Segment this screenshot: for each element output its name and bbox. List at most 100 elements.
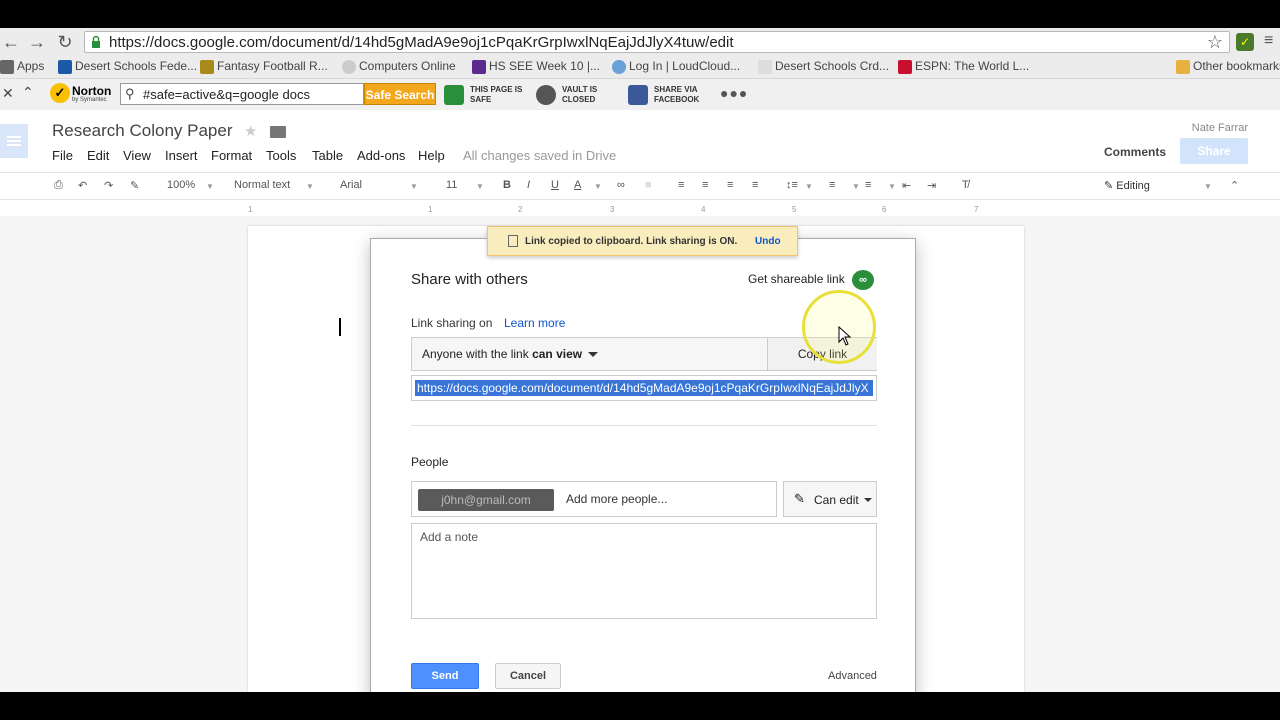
link-sharing-label: Link sharing on <box>411 316 493 330</box>
bookmark-item[interactable]: Fantasy Football R... <box>200 59 328 74</box>
permission-dropdown[interactable]: ✎ Can edit <box>783 481 877 517</box>
extension-icon[interactable]: ✓ <box>1236 33 1254 51</box>
clear-formatting-icon[interactable]: T̸ <box>962 179 969 191</box>
share-facebook-button[interactable]: SHARE VIA FACEBOOK <box>628 83 712 107</box>
bookmark-item[interactable]: Desert Schools Fede... <box>58 59 197 74</box>
chevron-up-icon[interactable]: ⌃ <box>22 84 34 101</box>
shield-check-icon <box>444 85 464 105</box>
link-access-dropdown[interactable]: Anyone with the link can view <box>422 347 599 361</box>
undo-icon[interactable]: ↶ <box>78 179 87 192</box>
vault-indicator[interactable]: VAULT IS CLOSED <box>536 83 620 107</box>
bookmark-item[interactable]: Log In | LoudCloud... <box>612 59 740 74</box>
espn-icon <box>898 59 912 74</box>
reload-icon[interactable]: ↻ <box>54 32 76 52</box>
bookmark-apps[interactable]: Apps <box>0 59 44 74</box>
browser-menu-icon[interactable]: ≡ <box>1264 32 1273 50</box>
paint-format-icon[interactable]: ✎ <box>130 179 139 192</box>
menu-table[interactable]: Table <box>312 148 343 163</box>
people-label: People <box>411 455 449 469</box>
back-icon[interactable]: ← <box>0 32 22 52</box>
facebook-icon <box>628 85 648 105</box>
send-button[interactable]: Send <box>411 663 479 689</box>
decrease-indent-icon[interactable]: ⇤ <box>902 179 911 192</box>
star-icon[interactable]: ★ <box>244 122 257 140</box>
bookmarks-bar: Apps Desert Schools Fede... Fantasy Foot… <box>0 56 1280 78</box>
style-select[interactable]: Normal text <box>234 179 290 191</box>
norton-search-box: ⚲ <box>120 83 364 105</box>
share-url-field[interactable]: https://docs.google.com/document/d/14hd5… <box>411 375 877 401</box>
numbered-list-icon[interactable]: ≡ <box>829 179 835 191</box>
editing-mode-select[interactable]: ✎ Editing <box>1104 179 1150 192</box>
toast-message: Link copied to clipboard. Link sharing i… <box>525 236 738 247</box>
people-input[interactable]: j0hn@gmail.com Add more people... <box>411 481 777 517</box>
redo-icon[interactable]: ↷ <box>104 179 113 192</box>
align-right-icon[interactable]: ≡ <box>727 179 733 191</box>
close-icon[interactable]: ✕ <box>2 85 14 102</box>
note-input[interactable] <box>412 524 876 618</box>
get-shareable-link[interactable]: Get shareable link <box>748 272 845 286</box>
page-icon <box>58 59 72 74</box>
safe-search-button[interactable]: Safe Search <box>364 83 436 105</box>
comment-icon[interactable]: ■ <box>645 179 652 191</box>
menu-help[interactable]: Help <box>418 148 445 163</box>
print-icon[interactable]: ⎙ <box>54 179 63 192</box>
divider <box>411 425 877 426</box>
norton-search-input[interactable] <box>143 86 359 102</box>
underline-icon[interactable]: U <box>551 179 559 191</box>
recipient-chip[interactable]: j0hn@gmail.com <box>418 489 554 511</box>
text-color-icon[interactable]: A <box>574 179 581 191</box>
menu-format[interactable]: Format <box>211 148 252 163</box>
increase-indent-icon[interactable]: ⇥ <box>927 179 936 192</box>
align-center-icon[interactable]: ≡ <box>702 179 708 191</box>
more-icon[interactable]: ●●● <box>720 85 748 101</box>
align-left-icon[interactable]: ≡ <box>678 179 684 191</box>
link-icon[interactable]: ∞ <box>852 270 874 290</box>
bookmark-item[interactable]: HS SEE Week 10 |... <box>472 59 600 74</box>
bookmark-other[interactable]: Other bookmarks <box>1176 59 1280 74</box>
italic-icon[interactable]: I <box>527 179 530 191</box>
url-text: https://docs.google.com/document/d/14hd5… <box>109 34 734 51</box>
bold-icon[interactable]: B <box>503 179 511 191</box>
folder-icon[interactable] <box>270 126 286 138</box>
line-spacing-icon[interactable]: ↕≡ <box>786 179 798 191</box>
learn-more-link[interactable]: Learn more <box>504 316 565 330</box>
document-title[interactable]: Research Colony Paper <box>52 121 232 141</box>
bookmark-star-icon[interactable]: ☆ <box>1207 32 1223 53</box>
font-select[interactable]: Arial <box>340 179 362 191</box>
docs-home-icon[interactable] <box>0 124 28 158</box>
justify-icon[interactable]: ≡ <box>752 179 758 191</box>
undo-link[interactable]: Undo <box>755 236 781 247</box>
share-button[interactable]: Share <box>1180 138 1248 164</box>
save-status: All changes saved in Drive <box>463 148 617 163</box>
link-icon[interactable]: ∞ <box>617 179 625 191</box>
check-icon: ✓ <box>50 83 70 103</box>
menu-file[interactable]: File <box>52 148 73 163</box>
bookmark-item[interactable]: ESPN: The World L... <box>898 59 1029 74</box>
search-icon: ⚲ <box>125 86 135 101</box>
page-safe-indicator[interactable]: THIS PAGE IS SAFE <box>444 83 528 107</box>
menu-tools[interactable]: Tools <box>266 148 296 163</box>
lock-icon <box>92 36 100 48</box>
norton-toolbar: ✕ ⌃ ✓ Norton by Symantec ⚲ Safe Search T… <box>0 78 1280 110</box>
menu-edit[interactable]: Edit <box>87 148 109 163</box>
font-size-select[interactable]: 11 <box>446 179 457 191</box>
menu-insert[interactable]: Insert <box>165 148 198 163</box>
address-bar[interactable]: https://docs.google.com/document/d/14hd5… <box>84 31 1230 53</box>
vault-icon <box>536 85 556 105</box>
chevron-down-icon: ▼ <box>852 182 860 191</box>
bookmark-item[interactable]: Computers Online <box>342 59 456 74</box>
user-name[interactable]: Nate Farrar <box>1192 122 1248 134</box>
collapse-icon[interactable]: ⌃ <box>1230 179 1239 192</box>
comments-button[interactable]: Comments <box>1098 140 1172 164</box>
bookmark-item[interactable]: Desert Schools Crd... <box>758 59 889 74</box>
forward-icon[interactable]: → <box>26 32 48 52</box>
apps-icon <box>0 59 14 74</box>
zoom-select[interactable]: 100% <box>167 179 195 191</box>
caret-down-icon <box>588 352 599 358</box>
chevron-down-icon: ▼ <box>410 182 418 191</box>
menu-addons[interactable]: Add-ons <box>357 148 405 163</box>
menu-view[interactable]: View <box>123 148 151 163</box>
bulleted-list-icon[interactable]: ≡ <box>865 179 871 191</box>
cancel-button[interactable]: Cancel <box>495 663 561 689</box>
advanced-link[interactable]: Advanced <box>828 670 877 682</box>
